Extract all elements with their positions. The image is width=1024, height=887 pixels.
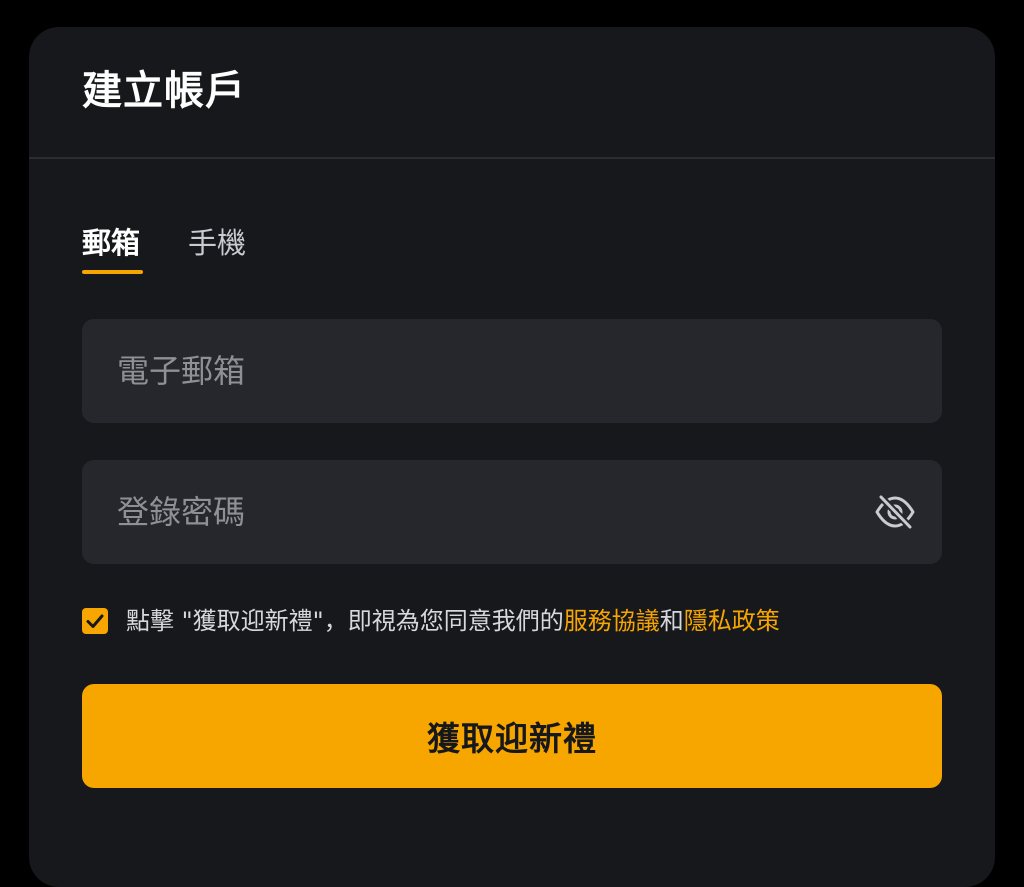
email-field[interactable] — [117, 319, 857, 423]
agree-checkbox[interactable] — [82, 608, 108, 634]
agreement-text: 點擊 "獲取迎新禮"，即視為您同意我們的服務協議和隱私政策 — [126, 603, 780, 639]
claim-welcome-gift-button[interactable]: 獲取迎新禮 — [82, 684, 942, 788]
privacy-link[interactable]: 隱私政策 — [684, 607, 780, 635]
tab-email[interactable]: 郵箱 — [82, 223, 140, 263]
agreement-prefix: 點擊 "獲取迎新禮"，即視為您同意我們的 — [126, 607, 564, 635]
agreement-conjunction: 和 — [659, 607, 684, 635]
eye-slash-icon[interactable] — [874, 491, 916, 533]
signup-card: 建立帳戶 郵箱 手機 點擊 "獲取迎新禮"，即視為您同意我們的服務協議和隱私政策… — [29, 27, 995, 887]
terms-link[interactable]: 服務協議 — [564, 607, 660, 635]
password-field[interactable] — [117, 460, 857, 564]
tab-phone[interactable]: 手機 — [188, 223, 246, 263]
password-field-container — [82, 460, 942, 564]
card-header: 建立帳戶 — [29, 27, 995, 159]
checkmark-icon — [86, 614, 104, 628]
email-field-container — [82, 319, 942, 423]
active-tab-indicator — [82, 270, 143, 274]
page-title: 建立帳戶 — [82, 68, 246, 114]
